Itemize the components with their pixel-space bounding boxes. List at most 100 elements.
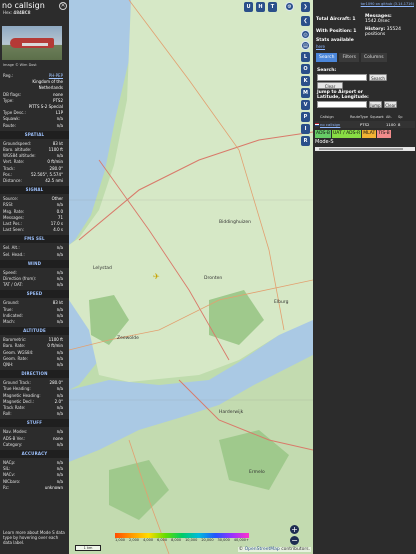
info-key: Distance: (3, 178, 22, 183)
info-value[interactable]: PH-PEP (49, 73, 63, 79)
info-row: WGS84 altitude: n/a (3, 153, 63, 159)
info-key: NICbaro: (3, 478, 21, 484)
jump-button[interactable]: Jump (369, 101, 382, 108)
aircraft-photo[interactable] (2, 26, 62, 60)
section-header-spatial[interactable]: SPATIAL (0, 130, 69, 139)
map-button-o[interactable]: O (301, 64, 310, 74)
col-altitude[interactable]: Alt. (ft) (386, 114, 398, 126)
info-key: Squawk: (3, 116, 20, 122)
info-key: Magnetic Decl.: (3, 398, 35, 404)
horizontal-scrollbar[interactable] (315, 147, 415, 151)
section-header-direction[interactable]: DIRECTION (0, 370, 69, 379)
filter-chip[interactable]: MLAT (362, 130, 377, 138)
info-key: Source: (3, 196, 19, 202)
map-view[interactable]: Lelystad Biddinghuizen Dronten Elburg Ha… (69, 0, 313, 554)
col-squawk[interactable]: Squawk (370, 114, 386, 121)
row-callsign[interactable]: no callsign (320, 121, 350, 128)
map-button-l[interactable]: L (301, 52, 310, 62)
info-key: Type: (3, 97, 14, 103)
tab-columns[interactable]: Columns (360, 53, 387, 62)
section-header-wind[interactable]: WIND (0, 259, 69, 268)
scrollbar-thumb[interactable] (319, 148, 403, 150)
info-key: Reg.: (3, 73, 14, 78)
info-value: 71 (57, 214, 63, 220)
tab-search[interactable]: Search (316, 53, 338, 62)
info-key: Track Rate: (3, 405, 26, 410)
info-key: Baro. Rate: (3, 343, 26, 349)
place-label: Ermelo (249, 470, 265, 475)
col-speed[interactable]: Sp (398, 114, 410, 121)
expand-left-button[interactable]: ❮ (301, 16, 310, 26)
filter-chip[interactable]: ADS-B (315, 130, 331, 138)
search-label: Search: (317, 68, 337, 73)
info-key: Track: (3, 165, 15, 171)
info-key: TAT / OAT: (3, 282, 23, 288)
section-header-stuff[interactable]: STUFF (0, 419, 69, 428)
info-value: n/a (56, 441, 63, 447)
center-icon[interactable]: ◎ (301, 30, 310, 39)
altitude-legend-ticks: 1,000 2,000 4,000 6,000 8,000 10,000 20,000 3… (115, 538, 249, 542)
settings-icon[interactable]: ⚙ (285, 2, 294, 11)
info-key: Groundspeed: (3, 140, 32, 146)
version-link[interactable]: tar1090 on github (3.14.1716) (361, 2, 414, 6)
map-button-k[interactable]: K (301, 76, 310, 86)
info-key: Last Seen: (3, 227, 24, 233)
info-value: n/a (56, 153, 63, 159)
aircraft-icon[interactable]: ✈ (153, 272, 160, 281)
clear-search-button[interactable]: Clear Search (317, 82, 343, 96)
stats-here-link[interactable]: here (316, 44, 325, 49)
filter-chip[interactable]: TIS-B (377, 130, 391, 138)
info-key: Ground Track: (3, 380, 31, 386)
jump-clear-button[interactable]: Clear (384, 101, 397, 108)
table-row[interactable]: no callsign PTS2 1100 8 (315, 121, 415, 128)
section-header-signal[interactable]: SIGNAL (0, 186, 69, 195)
close-icon[interactable]: ✕ (59, 2, 67, 10)
info-value: n/a (56, 429, 63, 435)
info-key: Sel. Head.: (3, 251, 25, 257)
info-row: PITTS S-2 Special (3, 104, 63, 110)
section-header-accuracy[interactable]: ACCURACY (0, 450, 69, 458)
info-row: Distance: 42.5 nmi (3, 178, 63, 184)
osm-link[interactable]: OpenStreetMap (245, 547, 280, 552)
col-type[interactable]: Type (360, 114, 370, 121)
section-header-altitude[interactable]: ALTITUDE (0, 327, 69, 336)
map-button-t[interactable]: T (268, 2, 277, 12)
search-button[interactable]: Search (369, 74, 387, 81)
map-button-v[interactable]: V (301, 100, 310, 110)
zoom-out-button[interactable]: − (290, 536, 299, 545)
info-row: Indicated: n/a (3, 313, 63, 319)
filter-chip[interactable]: UAT / ADS-R (331, 130, 362, 138)
info-key: Indicated: (3, 312, 23, 318)
info-row: NACp: n/a (3, 460, 63, 466)
place-label: Lelystad (93, 266, 112, 271)
section-header-speed[interactable]: SPEED (0, 290, 69, 299)
info-row: TAT / OAT: n/a (3, 282, 63, 288)
tab-filters[interactable]: Filters (339, 53, 359, 62)
info-key: Category: (3, 441, 23, 447)
col-route[interactable]: Route (350, 114, 360, 121)
map-button-h[interactable]: H (256, 2, 265, 12)
info-value: 52.505°, 5.574° (31, 171, 63, 177)
info-key: Type Desc.: (3, 110, 26, 116)
search-input[interactable] (317, 74, 367, 81)
info-key: Geom. WGS84: (3, 349, 34, 355)
layers-icon[interactable]: ▤ (301, 41, 310, 50)
info-value: 2.0° (54, 398, 63, 404)
info-key: Barometric: (3, 337, 27, 343)
map-button-u[interactable]: U (244, 2, 253, 12)
collapse-panel-button[interactable]: ❯ (301, 2, 310, 12)
jump-input[interactable] (317, 101, 367, 108)
map-button-i[interactable]: I (301, 124, 310, 134)
map-button-p[interactable]: P (301, 112, 310, 122)
info-value: n/a (56, 202, 63, 208)
place-label: Dronten (204, 276, 223, 281)
col-callsign[interactable]: Callsign (320, 114, 350, 121)
map-button-m[interactable]: M (301, 88, 310, 98)
info-row: NACv: n/a (3, 472, 63, 478)
map-button-r[interactable]: R (301, 136, 310, 146)
aircraft-list-panel: tar1090 on github (3.14.1716) Total Airc… (313, 0, 416, 554)
info-row: Nav. Modes: n/a (3, 429, 63, 435)
section-header-fms[interactable]: FMS SEL (0, 235, 69, 244)
info-row: Type Desc.: L1P (3, 110, 63, 116)
zoom-in-button[interactable]: + (290, 525, 299, 534)
